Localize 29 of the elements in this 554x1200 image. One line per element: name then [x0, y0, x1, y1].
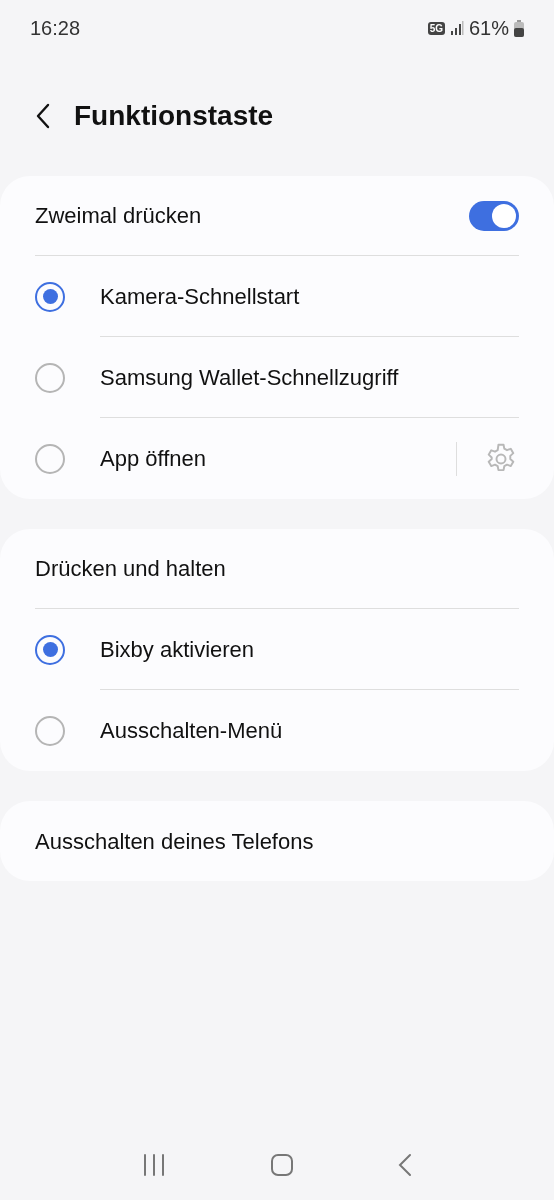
battery-icon [514, 19, 524, 37]
radio-button[interactable] [35, 362, 65, 393]
option-label: Ausschalten-Menü [100, 717, 283, 745]
radio-button[interactable] [35, 443, 65, 474]
option-row[interactable]: Bixby aktivieren [0, 609, 554, 690]
recent-apps-icon[interactable] [142, 1153, 166, 1177]
back-icon[interactable] [36, 103, 50, 129]
option-row[interactable]: Samsung Wallet-Schnellzugriff [0, 337, 554, 418]
toggle-switch[interactable] [469, 200, 519, 231]
status-time: 16:28 [30, 16, 81, 41]
signal-icon [449, 20, 464, 36]
option-label: Bixby aktivieren [100, 635, 255, 664]
option-label: App öffnen [100, 445, 207, 473]
radio-button[interactable] [35, 281, 65, 312]
section-title: Zweimal drücken [35, 202, 202, 230]
option-row[interactable]: Ausschalten-Menü [0, 690, 554, 771]
home-icon[interactable] [270, 1153, 294, 1177]
section-title: Ausschalten deines Telefons [35, 827, 314, 856]
network-badge: 5G [427, 21, 445, 35]
option-label: Kamera-Schnellstart [100, 282, 300, 311]
option-row[interactable]: Kamera-Schnellstart [0, 256, 554, 337]
battery-percent: 61% [468, 16, 509, 41]
section-title: Drücken und halten [35, 555, 226, 583]
back-nav-icon[interactable] [398, 1153, 412, 1177]
page-title: Funktionstaste [74, 99, 274, 133]
radio-button[interactable] [35, 715, 65, 746]
radio-button[interactable] [35, 634, 65, 665]
option-label: Samsung Wallet-Schnellzugriff [100, 363, 399, 392]
option-row[interactable]: App öffnen [0, 418, 554, 499]
